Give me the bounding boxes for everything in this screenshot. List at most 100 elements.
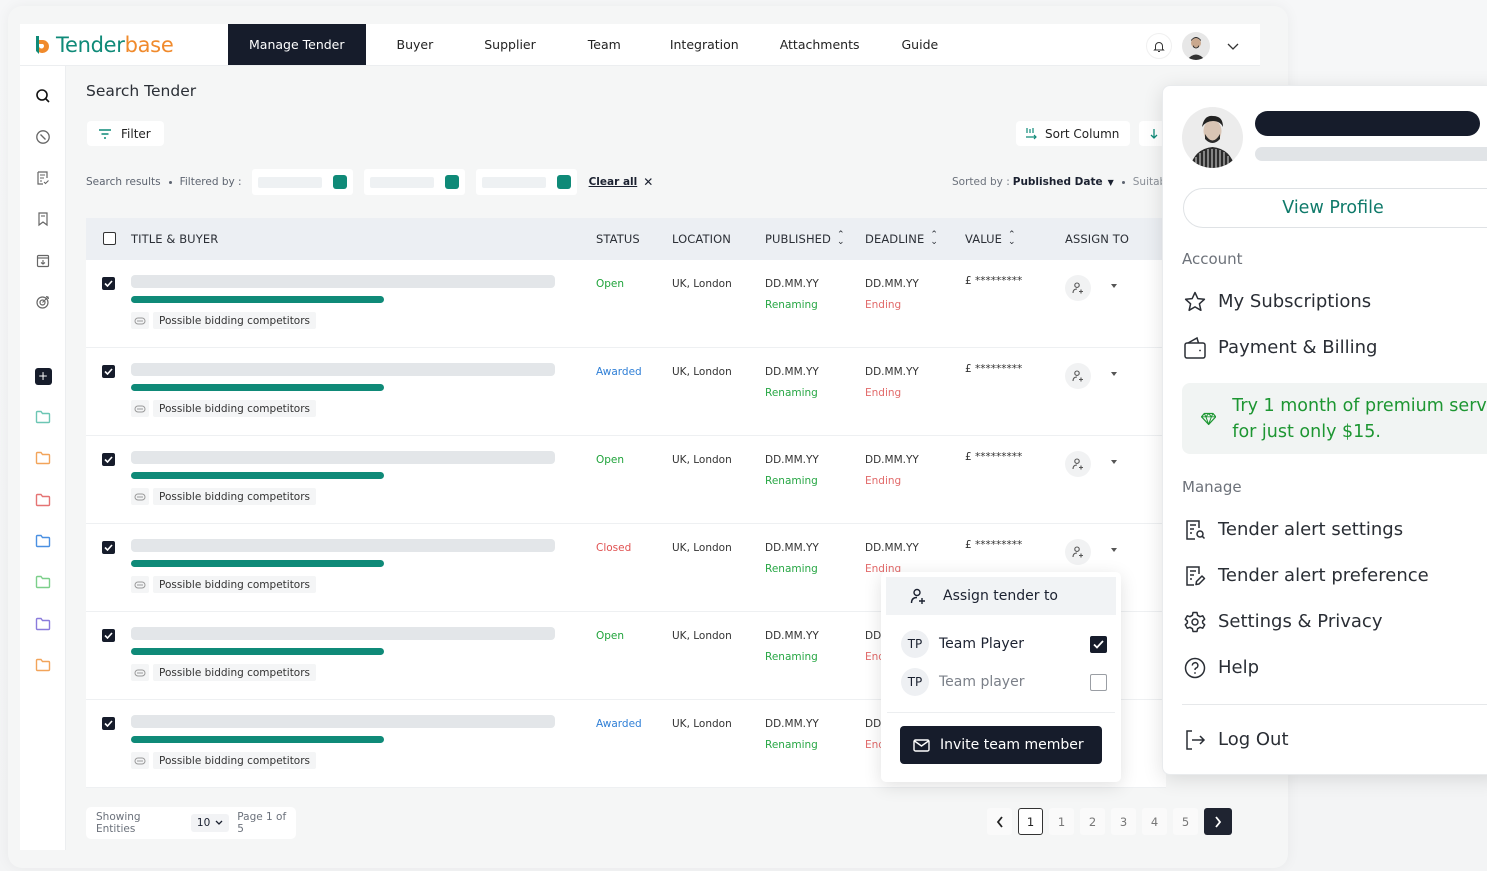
row-checkbox[interactable] [102,277,115,290]
logo[interactable]: Tenderbase [34,32,174,58]
menu-my-subscriptions[interactable]: My Subscriptions [1182,289,1371,314]
view-profile-button[interactable]: View Profile [1183,188,1487,228]
table-row[interactable]: Possible bidding competitors Open UK, Lond… [86,436,1166,524]
premium-promo[interactable]: Try 1 month of premium service for just … [1182,383,1487,454]
menu-payment-billing[interactable]: Payment & Billing [1182,335,1377,360]
assign-user-button[interactable] [1065,275,1091,301]
filter-chip[interactable] [363,169,465,195]
competitors-tag[interactable]: Possible bidding competitors [131,576,317,593]
filter-chip[interactable] [475,169,577,195]
page-button[interactable]: 1 [1049,808,1074,835]
team-member-item[interactable]: TP Team Player [901,630,1107,658]
table-row[interactable]: Possible bidding competitors Awarded UK, L… [86,348,1166,436]
competitors-tag[interactable]: Possible bidding competitors [131,664,317,681]
sidebar-folder-blue[interactable] [33,531,53,551]
tender-title-placeholder[interactable] [131,539,555,552]
nav-supplier[interactable]: Supplier [464,24,558,65]
sidebar-checklist[interactable] [33,168,53,188]
checkbox[interactable] [103,232,116,245]
chip-remove[interactable] [444,175,459,189]
tender-title-placeholder[interactable] [131,627,555,640]
tender-title-placeholder[interactable] [131,363,555,376]
table-row[interactable]: Possible bidding competitors Open UK, Lond… [86,260,1166,348]
sidebar-folder-green[interactable] [33,572,53,592]
menu-log-out[interactable]: Log Out [1182,727,1289,752]
sidebar-folder-purple[interactable] [33,614,53,634]
row-checkbox[interactable] [102,365,115,378]
sidebar-folder-orange-2[interactable] [33,655,53,675]
notifications-button[interactable] [1146,33,1172,59]
invite-team-member-button[interactable]: Invite team member [900,726,1102,764]
assign-dropdown-caret[interactable] [1111,460,1117,464]
row-checkbox[interactable] [102,717,115,730]
checkbox[interactable] [102,717,115,730]
competitors-tag[interactable]: Possible bidding competitors [131,400,317,417]
assign-dropdown-caret[interactable] [1111,372,1117,376]
page-button[interactable]: 4 [1142,808,1167,835]
sidebar-folder-orange[interactable] [33,448,53,468]
menu-tender-alert-preference[interactable]: Tender alert preference [1182,563,1429,588]
nav-guide[interactable]: Guide [881,24,960,65]
competitors-tag[interactable]: Possible bidding competitors [131,312,317,329]
page-button[interactable]: 5 [1173,808,1198,835]
profile-avatar[interactable] [1182,107,1243,168]
sort-icon[interactable]: ⌃ ⌄ [1008,231,1016,247]
competitors-tag[interactable]: Possible bidding competitors [131,488,317,505]
checkbox[interactable] [102,277,115,290]
header-deadline[interactable]: DEADLINE ⌃ ⌄ [865,231,938,247]
sort-column-button[interactable]: Sort Column [1016,121,1130,146]
next-page-button[interactable] [1204,808,1232,835]
tender-title-placeholder[interactable] [131,451,555,464]
chip-remove[interactable] [332,175,347,189]
filter-chip[interactable] [251,169,353,195]
nav-manage-tender[interactable]: Manage Tender [228,24,366,65]
per-page-select[interactable]: 10 [190,814,230,832]
nav-attachments[interactable]: Attachments [759,24,881,65]
menu-tender-alert-settings[interactable]: Tender alert settings [1182,517,1403,542]
page-button[interactable]: 3 [1111,808,1136,835]
sorted-by-value[interactable]: Published Date [1013,176,1103,188]
sidebar-search[interactable] [33,86,53,106]
chip-remove[interactable] [556,175,571,189]
menu-help[interactable]: Help [1182,655,1259,680]
filter-button[interactable]: Filter [87,121,164,146]
tender-title-placeholder[interactable] [131,275,555,288]
clear-all-link[interactable]: Clear all [589,176,638,188]
sidebar-explore[interactable] [33,127,53,147]
row-checkbox[interactable] [102,629,115,642]
checkbox[interactable] [102,365,115,378]
close-icon[interactable]: ✕ [643,175,653,189]
member-checkbox[interactable] [1090,673,1107,691]
tender-title-placeholder[interactable] [131,715,555,728]
assign-user-button[interactable] [1065,539,1091,565]
sidebar-folder-red[interactable] [33,490,53,510]
select-all-checkbox[interactable] [103,232,116,245]
team-member-item[interactable]: TP Team player [901,668,1107,696]
assign-dropdown-caret[interactable] [1111,284,1117,288]
user-avatar-button[interactable] [1182,32,1210,60]
chevron-down-icon[interactable] [1226,39,1240,53]
row-checkbox[interactable] [102,541,115,554]
header-published[interactable]: PUBLISHED ⌃ ⌄ [765,231,845,247]
assign-user-button[interactable] [1065,363,1091,389]
sort-icon[interactable]: ⌃ ⌄ [837,231,845,247]
assign-user-button[interactable] [1065,451,1091,477]
current-page[interactable]: 1 [1018,808,1043,835]
sort-icon[interactable]: ⌃ ⌄ [930,231,938,247]
checkbox[interactable] [102,453,115,466]
menu-settings-privacy[interactable]: Settings & Privacy [1182,609,1382,634]
header-value[interactable]: VALUE ⌃ ⌄ [965,231,1016,247]
caret-down-icon[interactable]: ▼ [1108,178,1114,187]
row-checkbox[interactable] [102,453,115,466]
nav-team[interactable]: Team [558,24,645,65]
checkbox[interactable] [102,629,115,642]
add-folder-button[interactable]: + [33,366,53,386]
member-checkbox[interactable] [1090,635,1107,653]
assign-dropdown-caret[interactable] [1111,548,1117,552]
page-button[interactable]: 2 [1080,808,1105,835]
sidebar-downloads[interactable] [33,251,53,271]
nav-buyer[interactable]: Buyer [366,24,465,65]
sidebar-bookmarks[interactable] [33,209,53,229]
checkbox[interactable] [102,541,115,554]
competitors-tag[interactable]: Possible bidding competitors [131,752,317,769]
